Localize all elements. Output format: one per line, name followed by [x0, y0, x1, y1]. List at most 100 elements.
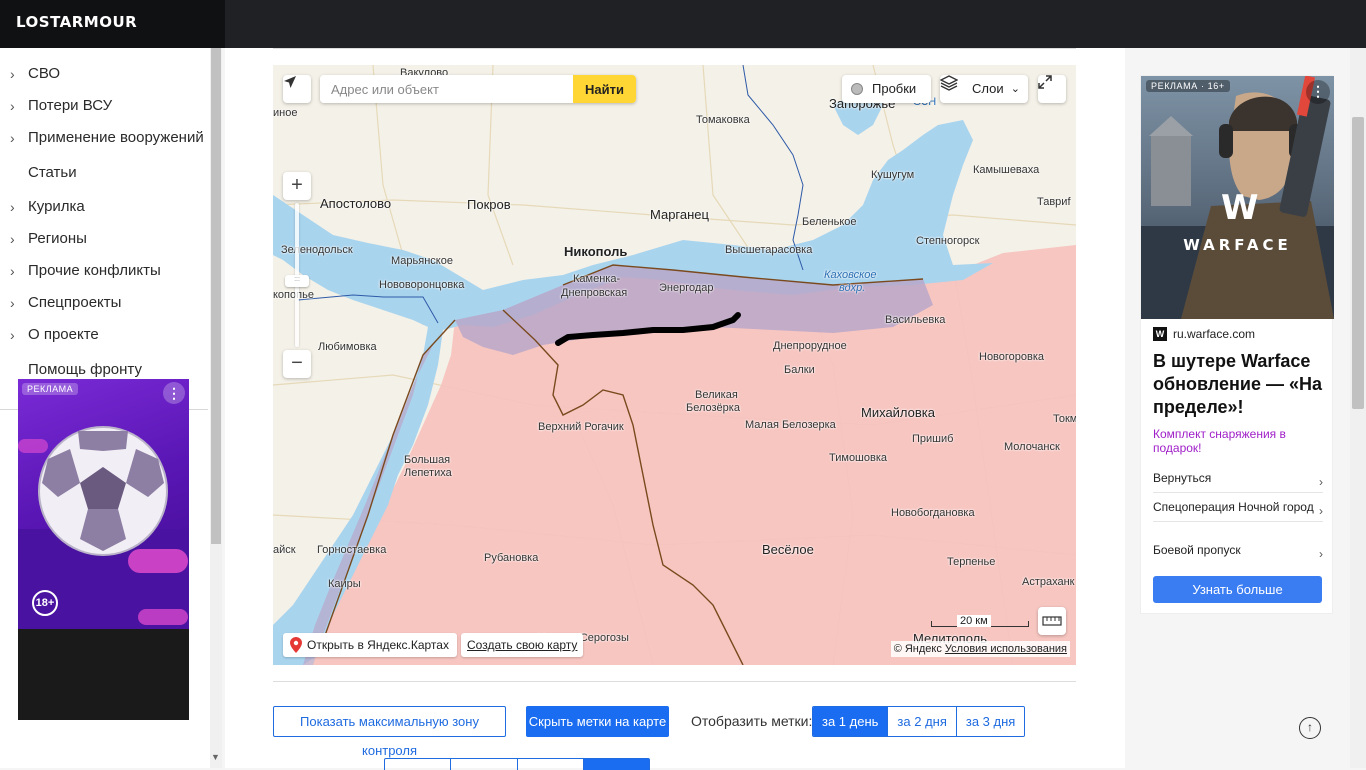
map-search-button[interactable]: Найти	[573, 75, 636, 103]
layers-label: Слои	[972, 81, 1004, 96]
warface-logo-icon: W	[1221, 188, 1259, 228]
sidebar-menu: › СВО › Потери ВСУ › Применение вооружений …	[0, 58, 208, 388]
ad-link-return[interactable]: Вернуться ›	[1153, 471, 1323, 493]
sidebar-scrollbar-thumb[interactable]	[211, 48, 221, 544]
zoom-out-button[interactable]: −	[283, 350, 311, 378]
sidebar-item-label: Потери ВСУ	[28, 97, 113, 114]
chevron-right-icon: ›	[10, 231, 15, 247]
sidebar-item-losses[interactable]: › Потери ВСУ	[0, 90, 208, 122]
ad-domain-text: ru.warface.com	[1173, 327, 1256, 341]
sidebar-ad[interactable]: РЕКЛАМА ⋮ 18+	[18, 379, 189, 720]
show-max-control-zone-button[interactable]: Показать максимальную зону контроля	[273, 706, 506, 758]
create-map-link[interactable]: Создать свою карту	[461, 633, 584, 657]
map-label: Томаковка	[696, 114, 750, 126]
ad-domain[interactable]: W ru.warface.com	[1153, 327, 1255, 341]
sidebar-item-label: Статьи	[28, 164, 77, 181]
right-ad-card[interactable]: W WARFACE РЕКЛАМА · 16+ ⋮ W ru.warface.c…	[1140, 75, 1334, 614]
map[interactable]: Вакулово Запорожье Томаковка Камышеваха …	[273, 65, 1076, 665]
map-canvas[interactable]	[273, 65, 1076, 665]
chevron-right-icon: ›	[10, 295, 15, 311]
scroll-down-arrow-icon[interactable]: ▼	[211, 752, 220, 762]
more-options-icon[interactable]: ⋮	[163, 382, 185, 404]
chevron-right-icon: ›	[10, 263, 15, 279]
geolocation-button[interactable]	[283, 75, 311, 103]
chevron-right-icon: ›	[1319, 503, 1323, 518]
map-label: Большая	[404, 454, 451, 466]
zoom-in-button[interactable]: +	[283, 172, 311, 200]
period-1-day-button[interactable]: за 1 день	[813, 707, 888, 736]
ruler-button[interactable]	[1038, 607, 1066, 635]
sidebar-item-weapons[interactable]: › Применение вооружений	[0, 122, 208, 154]
map-label: Тавриf	[1037, 196, 1071, 208]
zoom-slider-handle[interactable]: :::	[285, 275, 309, 287]
open-in-yandex-link[interactable]: Открыть в Яндекс.Картах	[283, 633, 457, 657]
ad-image[interactable]: W WARFACE РЕКЛАМА · 16+ ⋮	[1141, 76, 1334, 319]
sidebar-item-label: Прочие конфликты	[28, 262, 161, 279]
page-scrollbar-thumb[interactable]	[1352, 117, 1364, 409]
marks-label: Отобразить метки:	[691, 713, 813, 729]
sidebar-item-other-conflicts[interactable]: › Прочие конфликты	[0, 255, 208, 287]
segment[interactable]	[385, 759, 450, 770]
sidebar-item-articles[interactable]: Статьи	[0, 154, 208, 191]
location-arrow-icon	[284, 76, 296, 88]
segment[interactable]	[450, 759, 516, 770]
map-label: Пришиб	[912, 433, 954, 445]
map-label: Терпенье	[947, 556, 996, 568]
sidebar-item-label: Применение вооружений	[28, 129, 204, 146]
period-2-days-button[interactable]: за 2 дня	[887, 707, 956, 736]
map-label: Васильевка	[885, 314, 946, 326]
map-label: Каховское	[824, 269, 877, 281]
divider	[273, 681, 1076, 682]
ad-link-night-city[interactable]: Спецоперация Ночной город ›	[1153, 500, 1323, 522]
scroll-to-top-button[interactable]: ↑	[1299, 717, 1321, 739]
more-options-icon[interactable]: ⋮	[1306, 80, 1330, 104]
sidebar-item-svo[interactable]: › СВО	[0, 58, 208, 90]
map-label: Никополь	[564, 244, 628, 259]
sidebar-item-label: О проекте	[28, 326, 99, 343]
logo-area[interactable]: LOSTARMOUR	[0, 0, 225, 48]
map-label: Кушугум	[871, 169, 915, 181]
ad-title[interactable]: В шутере Warface обновление — «На предел…	[1153, 350, 1328, 419]
segment[interactable]	[516, 759, 583, 770]
map-label: Нововоронцовка	[379, 279, 465, 291]
layers-button[interactable]: Слои ⌄	[940, 75, 1028, 103]
map-label: Астраханк	[1022, 576, 1075, 588]
map-label: Горностаевка	[317, 544, 387, 556]
period-3-days-button[interactable]: за 3 дня	[955, 707, 1025, 736]
sidebar-item-label: СВО	[28, 65, 61, 82]
traffic-button[interactable]: Пробки	[842, 75, 931, 103]
map-label: Камышеваха	[973, 164, 1040, 176]
chevron-right-icon: ›	[10, 130, 15, 146]
layers-icon	[940, 75, 958, 91]
hide-map-marks-button[interactable]: Скрыть метки на карте	[526, 706, 669, 737]
traffic-icon	[851, 83, 863, 95]
sidebar-item-regions[interactable]: › Регионы	[0, 223, 208, 255]
ad-cta-button[interactable]: Узнать больше	[1153, 576, 1322, 603]
scale-label: 20 км	[957, 615, 991, 627]
ad-link-battle-pass[interactable]: Боевой пропуск ›	[1153, 543, 1323, 564]
ad-promo-text[interactable]: Комплект снаряжения в подарок!	[1153, 427, 1323, 455]
ad-image[interactable]: РЕКЛАМА ⋮ 18+	[18, 379, 189, 629]
segment[interactable]	[582, 759, 649, 770]
map-label: Высшетарасовка	[725, 244, 813, 256]
sidebar-item-label: Курилка	[28, 198, 85, 215]
terms-link[interactable]: Условия использования	[945, 643, 1067, 655]
sidebar-item-about[interactable]: › О проекте	[0, 319, 208, 351]
map-label: Новогоровка	[979, 351, 1045, 363]
ad-label: РЕКЛАМА · 16+	[1146, 80, 1230, 92]
fullscreen-button[interactable]	[1038, 75, 1066, 103]
map-label: Новобогдановка	[891, 507, 975, 519]
ad-link-label: Вернуться	[1153, 471, 1212, 485]
map-label: Белозёрка	[686, 402, 740, 414]
map-label: копопье	[273, 289, 314, 301]
map-label: Весёлое	[762, 542, 814, 557]
map-label: вдхр.	[839, 282, 866, 294]
sidebar-item-label: Регионы	[28, 230, 87, 247]
sidebar-item-smoking-room[interactable]: › Курилка	[0, 191, 208, 223]
map-label: Марьянское	[391, 255, 453, 267]
site-logo[interactable]: LOSTARMOUR	[16, 13, 137, 31]
chevron-right-icon: ›	[10, 327, 15, 343]
sidebar-item-special-projects[interactable]: › Спецпроекты	[0, 287, 208, 319]
partial-segmented-control[interactable]	[384, 758, 650, 770]
map-search-input[interactable]	[320, 75, 573, 103]
